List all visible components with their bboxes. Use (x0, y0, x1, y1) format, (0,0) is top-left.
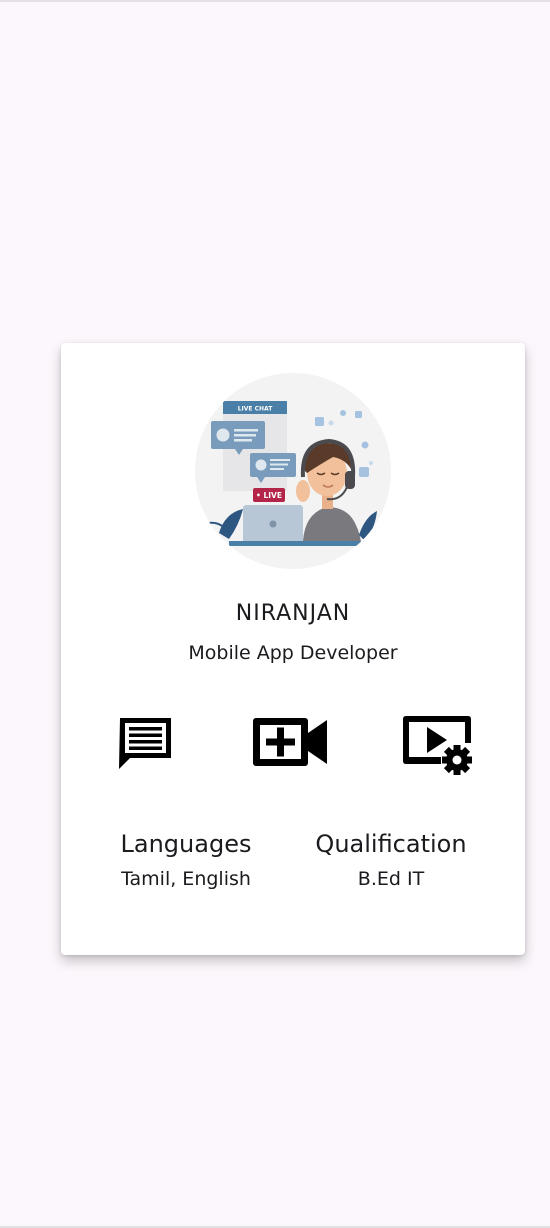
video-settings-icon (403, 716, 472, 775)
profile-avatar: LIVE CHAT • LIVE (195, 373, 391, 569)
profile-role: Mobile App Developer (188, 642, 398, 664)
video-settings-button[interactable] (401, 713, 477, 779)
qualification-value: B.Ed IT (357, 868, 425, 890)
video-call-add-icon (253, 718, 327, 766)
chat-button[interactable] (116, 713, 176, 773)
live-chat-support-illustration: LIVE CHAT • LIVE (208, 401, 386, 546)
chat-icon (119, 718, 171, 769)
languages-value: Tamil, English (121, 868, 251, 890)
live-badge-text: • LIVE (256, 491, 282, 500)
app-screen: LIVE CHAT • LIVE NIRANJAN Mobile App Dev… (0, 0, 550, 1228)
profile-name: NIRANJAN (235, 601, 351, 626)
languages-label: Languages (120, 830, 252, 858)
live-chat-header-text: LIVE CHAT (238, 406, 273, 413)
qualification-label: Qualification (315, 830, 467, 858)
video-call-button[interactable] (251, 713, 329, 773)
profile-card: LIVE CHAT • LIVE NIRANJAN Mobile App Dev… (61, 343, 525, 955)
